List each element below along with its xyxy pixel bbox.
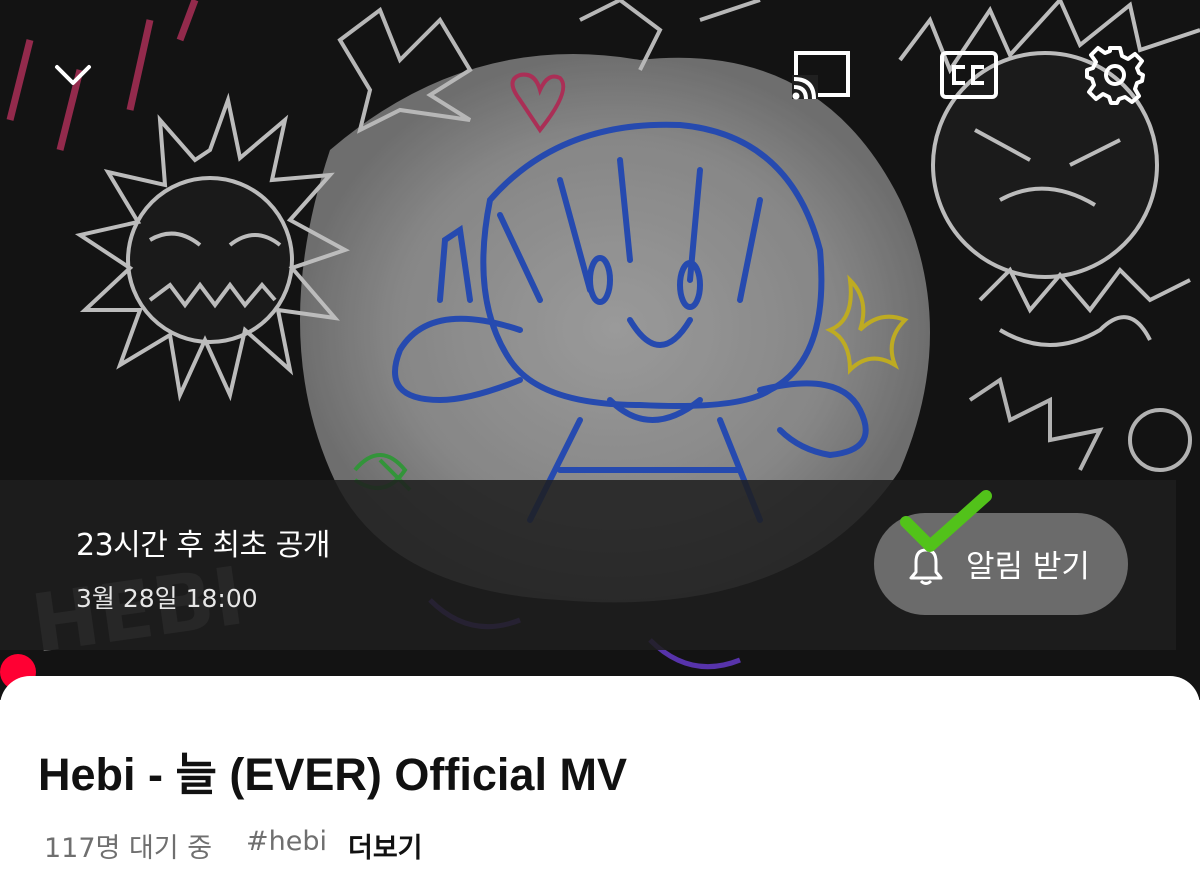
premiere-date: 3월 28일 18:00 <box>76 584 258 613</box>
captions-button[interactable] <box>938 44 1000 106</box>
cast-icon <box>792 51 850 100</box>
waiting-count: 117명 대기 중 <box>44 833 213 864</box>
settings-button[interactable] <box>1084 44 1146 106</box>
gear-icon <box>1085 46 1145 105</box>
more-button[interactable]: 더보기 <box>348 826 423 865</box>
hashtag-link[interactable]: #hebi <box>246 826 327 857</box>
premiere-countdown: 23시간 후 최초 공개 <box>76 528 330 563</box>
cast-button[interactable] <box>790 44 852 106</box>
closed-captions-icon <box>940 51 998 99</box>
chevron-down-icon <box>55 65 91 85</box>
checkmark-icon <box>900 490 992 552</box>
collapse-button[interactable] <box>42 44 104 106</box>
video-title[interactable]: Hebi - 늘 (EVER) Official MV <box>38 738 627 803</box>
video-player[interactable]: HEBI <box>0 0 1200 700</box>
